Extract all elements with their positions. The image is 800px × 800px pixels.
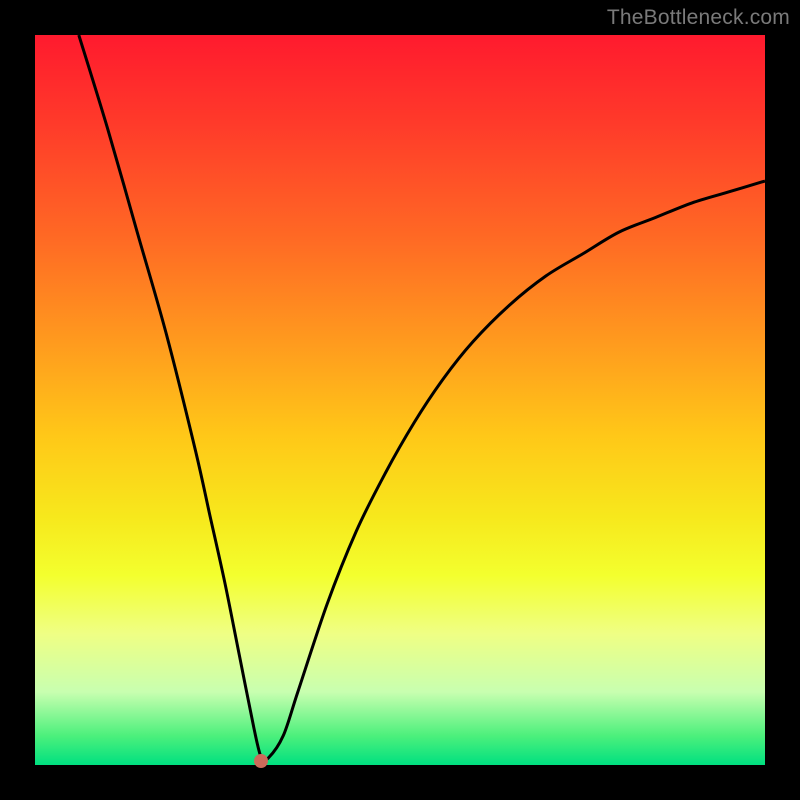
- bottleneck-curve: [35, 35, 765, 765]
- curve-path: [79, 35, 765, 761]
- chart-frame: TheBottleneck.com: [0, 0, 800, 800]
- optimum-marker: [254, 754, 268, 768]
- watermark-text: TheBottleneck.com: [607, 6, 790, 30]
- chart-plot-area: [35, 35, 765, 765]
